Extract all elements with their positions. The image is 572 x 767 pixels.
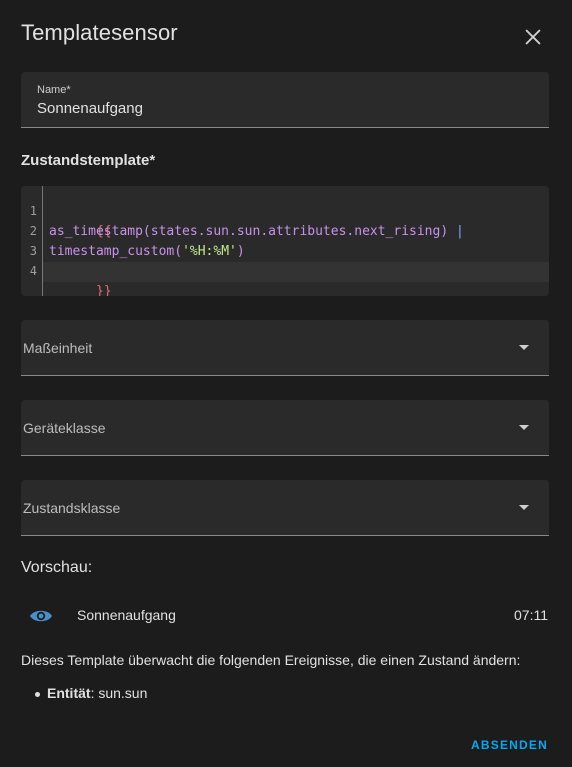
- preview-entity-name: Sonnenaufgang: [77, 607, 176, 623]
- preview-state-value: 07:11: [514, 607, 548, 623]
- dropdown-arrow-icon: [519, 505, 529, 510]
- code-token: as_timestamp(states.sun.sun.attributes.n…: [49, 224, 456, 239]
- unit-select-label: Maßeinheit: [23, 340, 93, 356]
- line-number: 2: [29, 224, 37, 238]
- code-token: ): [236, 244, 245, 259]
- template-code-editor[interactable]: 1 2 3 4 {{ as_timestamp(states.sun.sun.a…: [21, 186, 549, 296]
- unit-select[interactable]: Maßeinheit: [21, 320, 549, 376]
- line-number: 4: [29, 264, 37, 278]
- eye-icon: [30, 610, 52, 622]
- entity-list-item: Entität: sun.sun: [34, 685, 148, 701]
- dialog-title: Templatesensor: [21, 20, 178, 45]
- line-number-gutter: 1 2 3 4: [21, 186, 43, 296]
- line-number: 3: [29, 244, 37, 258]
- entity-label: Entität: [47, 685, 91, 701]
- code-line-3: timestamp_custom('%H:%M'): [49, 242, 245, 262]
- code-token: '%H:%M': [182, 244, 237, 259]
- name-field-label: Name*: [37, 84, 71, 96]
- device-class-select-label: Geräteklasse: [23, 420, 106, 436]
- device-class-select[interactable]: Geräteklasse: [21, 400, 549, 456]
- template-sensor-dialog: Templatesensor Name* Sonnenaufgang Zusta…: [0, 0, 572, 767]
- dropdown-arrow-icon: [519, 425, 529, 430]
- preview-title: Vorschau:: [21, 559, 93, 576]
- line-number: 1: [29, 204, 37, 218]
- code-line-4: }}: [43, 262, 549, 296]
- close-icon[interactable]: [522, 26, 544, 48]
- code-line-1: {{: [49, 202, 112, 239]
- events-info-text: Dieses Template überwacht die folgenden …: [21, 652, 521, 668]
- code-line-2: as_timestamp(states.sun.sun.attributes.n…: [49, 222, 464, 242]
- code-token: }}: [95, 284, 112, 296]
- state-class-select[interactable]: Zustandsklasse: [21, 480, 549, 536]
- submit-button[interactable]: ABSENDEN: [471, 738, 548, 752]
- state-class-select-label: Zustandsklasse: [23, 500, 121, 516]
- name-field[interactable]: Name* Sonnenaufgang: [21, 72, 549, 128]
- code-token: |: [456, 224, 464, 239]
- entity-value: sun.sun: [98, 685, 148, 701]
- dropdown-arrow-icon: [519, 345, 529, 350]
- name-field-value[interactable]: Sonnenaufgang: [37, 100, 143, 117]
- code-token: timestamp_custom(: [49, 244, 183, 259]
- state-template-label: Zustandstemplate*: [21, 152, 156, 169]
